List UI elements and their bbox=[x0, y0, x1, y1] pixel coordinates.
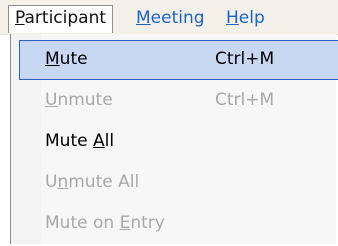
menu-item-mute-all-prefix: Mute bbox=[45, 131, 93, 151]
menu-item-unmute-mnemonic: U bbox=[45, 90, 58, 110]
menu-item-unmute-all-prefix: U bbox=[45, 172, 58, 192]
menu-item-mute-all[interactable]: Mute All bbox=[11, 122, 337, 162]
menubar-meeting[interactable]: Meeting bbox=[130, 6, 211, 30]
menu-item-mute-on-entry-suffix: ntry bbox=[130, 213, 165, 233]
menu-item-mute-all-mnemonic: A bbox=[92, 131, 105, 151]
menubar-participant-suffix: articipant bbox=[24, 8, 107, 28]
menu-item-mute-label: Mute bbox=[45, 48, 88, 70]
menu-item-mute-on-entry-prefix: Mute on bbox=[45, 213, 120, 233]
menubar-help[interactable]: Help bbox=[220, 6, 271, 30]
participant-dropdown-menu: Mute Ctrl+M Unmute Ctrl+M Mute All Unmut… bbox=[10, 34, 338, 244]
menu-item-unmute-all-suffix: mute All bbox=[68, 172, 140, 192]
menu-item-unmute-shortcut: Ctrl+M bbox=[215, 90, 275, 110]
menu-item-mute-on-entry-label: Mute on Entry bbox=[45, 212, 165, 234]
menubar-participant-mnemonic: P bbox=[15, 8, 25, 28]
menu-item-unmute-all-mnemonic: n bbox=[57, 172, 69, 192]
menu-item-mute-on-entry-mnemonic: E bbox=[119, 213, 131, 233]
menu-item-mute-shortcut: Ctrl+M bbox=[215, 49, 275, 69]
menubar-meeting-mnemonic: M bbox=[136, 8, 151, 28]
menu-item-unmute-all[interactable]: Unmute All bbox=[11, 163, 337, 203]
menubar-meeting-suffix: eeting bbox=[150, 8, 205, 28]
menu-bar: Participant Meeting Help bbox=[0, 0, 338, 35]
menu-item-unmute-all-label: Unmute All bbox=[45, 171, 139, 193]
menubar-help-suffix: elp bbox=[238, 8, 265, 28]
menu-item-unmute-suffix: nmute bbox=[57, 90, 113, 110]
menu-item-unmute[interactable]: Unmute Ctrl+M bbox=[11, 81, 337, 121]
menu-item-mute-suffix: ute bbox=[59, 49, 88, 69]
menu-item-mute-mnemonic: M bbox=[45, 49, 60, 69]
menu-item-mute-all-label: Mute All bbox=[45, 130, 114, 152]
menu-item-mute[interactable]: Mute Ctrl+M bbox=[19, 40, 338, 80]
menubar-participant[interactable]: Participant bbox=[8, 5, 114, 33]
menubar-help-mnemonic: H bbox=[226, 8, 239, 28]
menu-item-mute-on-entry[interactable]: Mute on Entry bbox=[11, 204, 337, 244]
menu-item-mute-all-suffix: ll bbox=[104, 131, 115, 151]
application-window: Participant Meeting Help Mute Ctrl+M Unm… bbox=[0, 0, 338, 246]
menu-item-unmute-label: Unmute bbox=[45, 89, 113, 111]
